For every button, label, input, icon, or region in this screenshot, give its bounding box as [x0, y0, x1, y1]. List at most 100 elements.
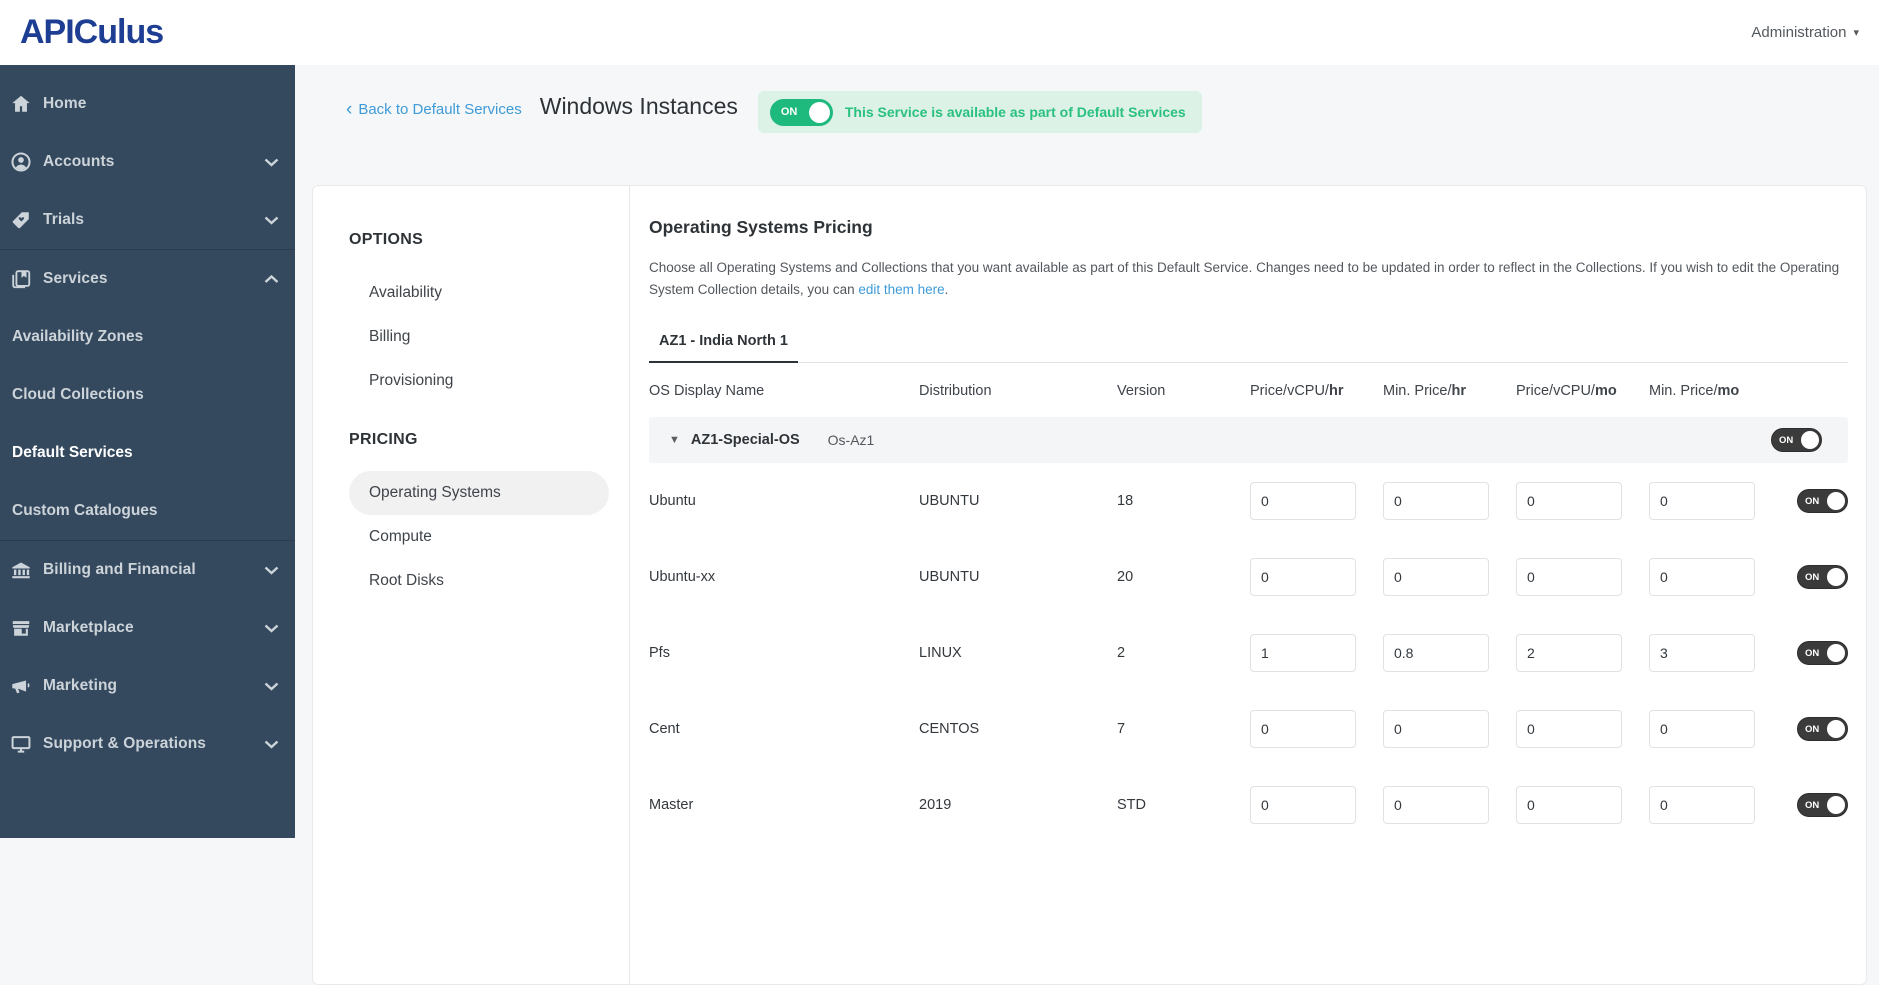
edit-them-here-link[interactable]: edit them here	[858, 282, 944, 297]
sidebar-item-support-operations[interactable]: Support & Operations	[0, 715, 295, 773]
chevron-down-icon	[264, 624, 279, 633]
min-price-mo-input[interactable]	[1649, 558, 1755, 596]
sidebar-item-home[interactable]: Home	[0, 75, 295, 133]
row-toggle[interactable]: ON	[1797, 717, 1848, 741]
price-vcpu-hr-input[interactable]	[1250, 558, 1356, 596]
menu-item-provisioning[interactable]: Provisioning	[349, 359, 609, 403]
os-name: Ubuntu	[649, 493, 696, 509]
panel-heading: Operating Systems Pricing	[649, 217, 873, 237]
back-link[interactable]: ‹ Back to Default Services	[346, 98, 522, 120]
min-price-hr-input[interactable]	[1383, 634, 1489, 672]
menu-item-availability[interactable]: Availability	[349, 271, 609, 315]
min-price-hr-input[interactable]	[1383, 786, 1489, 824]
col-os-display-name: OS Display Name	[649, 383, 765, 399]
service-status-badge: ON This Service is available as part of …	[757, 91, 1202, 133]
panel-description: Choose all Operating Systems and Collect…	[649, 260, 1840, 297]
table-row: Ubuntu UBUNTU 18 ON	[649, 463, 1848, 539]
col-version: Version	[1117, 383, 1166, 399]
options-section-title: OPTIONS	[349, 231, 424, 248]
store-icon	[6, 616, 36, 640]
price-vcpu-hr-input[interactable]	[1250, 710, 1356, 748]
settings-card: OPTIONS Availability Billing Provisionin…	[312, 185, 1867, 985]
row-toggle[interactable]: ON	[1797, 641, 1848, 665]
col-price-vcpu-mo: Price/vCPU/mo	[1516, 383, 1617, 399]
group-name: AZ1-Special-OS	[690, 432, 800, 448]
min-price-mo-input[interactable]	[1649, 634, 1755, 672]
os-version: 7	[1117, 721, 1126, 737]
back-link-label: Back to Default Services	[358, 101, 522, 118]
os-version: 18	[1117, 493, 1134, 509]
menu-item-billing[interactable]: Billing	[349, 315, 609, 359]
app-logo[interactable]: APICulus	[20, 13, 164, 52]
min-price-hr-input[interactable]	[1383, 558, 1489, 596]
price-vcpu-mo-input[interactable]	[1516, 786, 1622, 824]
zone-tabs: AZ1 - India North 1	[649, 323, 1848, 363]
row-toggle[interactable]: ON	[1797, 793, 1848, 817]
price-vcpu-hr-input[interactable]	[1250, 482, 1356, 520]
toggle-knob	[808, 101, 830, 123]
toggle-knob	[1827, 644, 1845, 662]
group-collection-name: Os-Az1	[827, 432, 875, 448]
min-price-mo-input[interactable]	[1649, 482, 1755, 520]
sidebar-item-billing-and-financial[interactable]: Billing and Financial	[0, 541, 295, 599]
page-title: Windows Instances	[539, 93, 738, 119]
sidebar-item-accounts[interactable]: Accounts	[0, 133, 295, 191]
sidebar-item-availability-zones[interactable]: Availability Zones	[0, 308, 295, 366]
col-min-price-mo: Min. Price/mo	[1649, 383, 1740, 399]
group-toggle[interactable]: ON	[1771, 428, 1822, 452]
table-header-row: OS Display Name Distribution Version Pri…	[649, 365, 1848, 417]
row-toggle[interactable]: ON	[1797, 489, 1848, 513]
sidebar-item-cloud-collections[interactable]: Cloud Collections	[0, 366, 295, 424]
min-price-mo-input[interactable]	[1649, 786, 1755, 824]
monitor-icon	[6, 732, 36, 756]
price-vcpu-mo-input[interactable]	[1516, 710, 1622, 748]
sidebar-item-marketplace[interactable]: Marketplace	[0, 599, 295, 657]
os-distribution: UBUNTU	[919, 569, 980, 585]
admin-menu[interactable]: Administration ▾	[1751, 24, 1859, 41]
chevron-down-icon	[264, 216, 279, 225]
table-row: Master 2019 STD ON	[649, 767, 1848, 843]
menu-item-root-disks[interactable]: Root Disks	[349, 559, 609, 603]
row-toggle[interactable]: ON	[1797, 565, 1848, 589]
min-price-hr-input[interactable]	[1383, 482, 1489, 520]
os-distribution: 2019	[919, 797, 952, 813]
sidebar-item-custom-catalogues[interactable]: Custom Catalogues	[0, 482, 295, 540]
os-version: 2	[1117, 645, 1126, 661]
page-header: ‹ Back to Default Services Windows Insta…	[295, 65, 1879, 185]
main-content: ‹ Back to Default Services Windows Insta…	[295, 65, 1879, 985]
os-version: STD	[1117, 797, 1146, 813]
price-vcpu-mo-input[interactable]	[1516, 558, 1622, 596]
price-vcpu-hr-input[interactable]	[1250, 786, 1356, 824]
collapse-icon[interactable]: ▼	[669, 434, 680, 446]
tag-icon	[6, 208, 36, 232]
os-name: Ubuntu-xx	[649, 569, 716, 585]
toggle-knob	[1827, 796, 1845, 814]
service-availability-toggle[interactable]: ON	[769, 98, 833, 126]
sidebar-item-marketing[interactable]: Marketing	[0, 657, 295, 715]
top-header: APICulus Administration ▾	[0, 0, 1879, 65]
price-vcpu-mo-input[interactable]	[1516, 634, 1622, 672]
os-group-row: ▼ AZ1-Special-OS Os-Az1 ON	[649, 417, 1848, 463]
chevron-down-icon	[264, 740, 279, 749]
menu-item-compute[interactable]: Compute	[349, 515, 609, 559]
tab-az1-india-north-1[interactable]: AZ1 - India North 1	[649, 323, 798, 363]
col-distribution: Distribution	[919, 383, 992, 399]
price-vcpu-hr-input[interactable]	[1250, 634, 1356, 672]
os-name: Master	[649, 797, 694, 813]
min-price-hr-input[interactable]	[1383, 710, 1489, 748]
back-chevron-icon: ‹	[346, 98, 353, 120]
chevron-down-icon: ▾	[1853, 27, 1859, 39]
chevron-down-icon	[264, 682, 279, 691]
price-vcpu-mo-input[interactable]	[1516, 482, 1622, 520]
sidebar-item-trials[interactable]: Trials	[0, 191, 295, 249]
sidebar-item-default-services[interactable]: Default Services	[0, 424, 295, 482]
pricing-panel: Operating Systems Pricing Choose all Ope…	[630, 186, 1866, 984]
toggle-knob	[1827, 492, 1845, 510]
sidebar: Home Accounts Trials Services Availabili…	[0, 65, 295, 838]
sidebar-item-services[interactable]: Services	[0, 250, 295, 308]
col-min-price-hr: Min. Price/hr	[1383, 383, 1466, 399]
toggle-knob	[1827, 720, 1845, 738]
menu-item-operating-systems[interactable]: Operating Systems	[349, 471, 609, 515]
os-name: Pfs	[649, 645, 670, 661]
min-price-mo-input[interactable]	[1649, 710, 1755, 748]
